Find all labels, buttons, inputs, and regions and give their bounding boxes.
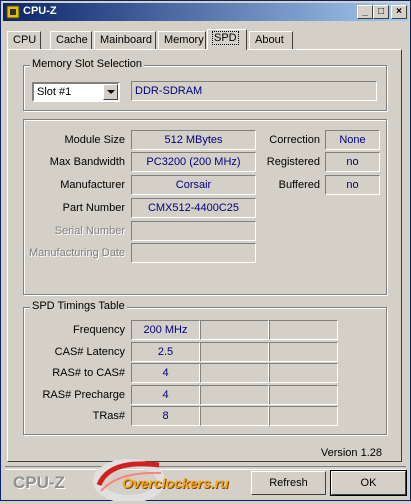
maximize-button[interactable]: □ [373,5,389,19]
slot-select[interactable]: Slot #1 [32,82,120,102]
refresh-button[interactable]: Refresh [251,471,326,495]
tab-cache[interactable]: Cache [50,31,92,49]
buffered-value: no [325,175,380,195]
tab-label: CPU [13,34,37,46]
window-title: CPU-Z [23,5,57,17]
group-title: SPD Timings Table [30,300,127,312]
manufacturing-date-value [131,243,256,263]
registered-value: no [325,152,380,172]
timing-cell [200,342,269,362]
part-number-label: Part Number [62,202,125,214]
title-bar[interactable]: CPU-Z _ □ × [3,3,408,21]
timing-label-tras: TRas# [92,410,125,422]
correction-value: None [325,130,380,150]
part-number-value: CMX512-4400C25 [131,198,256,218]
ok-button[interactable]: OK [330,470,407,496]
serial-number-label: Serial Number [54,225,125,237]
module-size-label: Module Size [64,134,125,146]
timing-cell [200,320,269,340]
tab-label: About [255,34,284,46]
tab-cpu[interactable]: CPU [7,31,41,49]
tab-label: Memory [164,34,204,46]
timing-cell: 200 MHz [131,320,200,340]
memory-type-value: DDR-SDRAM [131,81,377,101]
timing-cell: 4 [131,385,200,405]
timing-cell [269,385,338,405]
cpuz-brand: CPU-Z [13,473,65,492]
tab-memory[interactable]: Memory [158,31,206,49]
overclockers-logo: Overclockers.ru [89,451,254,503]
registered-label: Registered [266,156,320,168]
max-bandwidth-value: PC3200 (200 MHz) [131,152,256,172]
group-title: Memory Slot Selection [30,58,145,70]
version-label: Version 1.28 [320,447,382,459]
tab-spd[interactable]: SPD [207,29,247,50]
timing-cell [269,320,338,340]
tab-label: Mainboard [100,34,152,46]
buffered-label: Buffered [278,179,320,191]
tab-label: SPD [212,31,239,45]
timing-cell: 8 [131,406,200,426]
timing-cell [200,385,269,405]
close-button[interactable]: × [391,5,407,19]
timing-cell: 2.5 [131,342,200,362]
tab-mainboard[interactable]: Mainboard [94,31,156,49]
timing-label-frequency: Frequency [73,324,125,336]
manufacturer-label: Manufacturer [60,179,125,191]
timing-cell [200,406,269,426]
timing-cell [269,363,338,383]
tab-about[interactable]: About [249,31,293,49]
selected-slot: Slot #1 [37,86,72,98]
logo-wordmark: Overclockers.ru [122,475,229,491]
manufacturer-value: Corsair [131,175,256,195]
cpuz-app-icon [6,5,20,19]
correction-label: Correction [269,134,320,146]
serial-number-value [131,221,256,241]
chevron-down-icon[interactable] [103,84,118,100]
timing-cell [269,342,338,362]
timing-label-cas: CAS# Latency [54,346,125,358]
manufacturing-date-label: Manufacturing Date [29,247,125,259]
max-bandwidth-label: Max Bandwidth [49,156,125,168]
cpuz-window: CPU-Z _ □ × CPU Cache Mainboard Memory S… [0,0,411,503]
timing-cell [269,406,338,426]
timing-cell [200,363,269,383]
timing-label-ras-precharge: RAS# Precharge [42,389,125,401]
timing-label-ras-to-cas: RAS# to CAS# [52,367,125,379]
timing-cell: 4 [131,363,200,383]
module-size-value: 512 MBytes [131,130,256,150]
minimize-button[interactable]: _ [357,5,373,19]
tab-label: Cache [56,34,88,46]
